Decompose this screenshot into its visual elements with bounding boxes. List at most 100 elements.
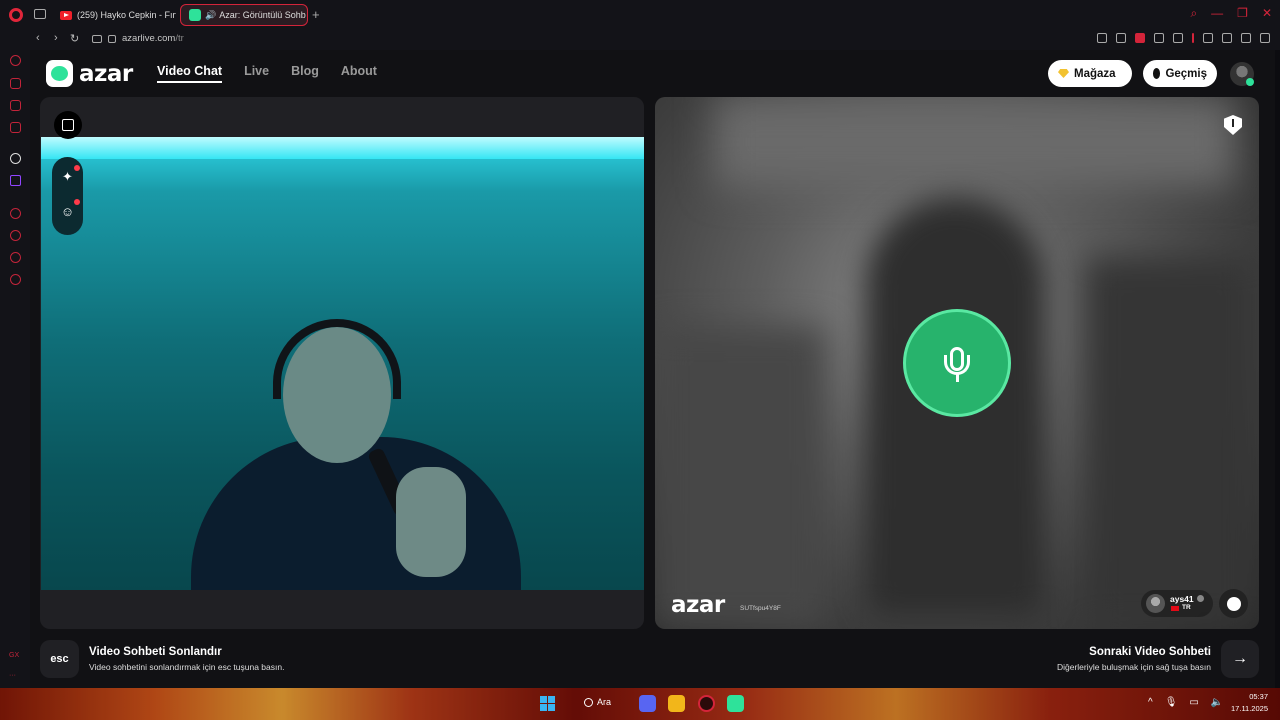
gx-corner-icon[interactable] — [10, 122, 21, 133]
verified-badge-icon — [1197, 595, 1204, 602]
history-label: Geçmiş — [1165, 67, 1207, 80]
hand — [396, 467, 466, 577]
tab-azar[interactable]: 🔊 Azar: Görüntülü Sohb — [180, 4, 308, 26]
new-tab-button[interactable]: + — [312, 7, 320, 22]
maximize-button[interactable]: ❐ — [1237, 6, 1248, 21]
taskbar-search[interactable]: Ara — [584, 697, 611, 707]
chat-button[interactable] — [1219, 589, 1248, 618]
expand-button[interactable] — [54, 111, 82, 139]
partner-avatar[interactable] — [1146, 594, 1165, 613]
opera-sidebar: GX ··· — [0, 50, 30, 688]
nav-video-chat[interactable]: Video Chat — [157, 64, 223, 83]
pocket-icon[interactable] — [1135, 33, 1145, 43]
system-tray: ^ 🎙 ▭ 🔈 — [1148, 697, 1223, 708]
face-filter-icon[interactable]: ☺ — [60, 204, 75, 219]
taskbar-date[interactable]: 17.11.2025 — [1226, 704, 1268, 713]
taskbar-time[interactable]: 05:37 — [1244, 692, 1268, 701]
discord-icon[interactable] — [639, 695, 656, 712]
next-chat-hint: Diğerleriyle buluşmak için sağ tuşa bası… — [1056, 662, 1211, 672]
back-button[interactable]: ‹ — [36, 32, 40, 44]
crop-icon[interactable] — [1116, 33, 1126, 43]
main-nav: Video Chat Live Blog About — [157, 64, 377, 83]
partner-country: TR — [1182, 604, 1191, 611]
microphone-leg-icon — [956, 374, 959, 382]
nav-blog[interactable]: Blog — [291, 64, 319, 83]
url-domain: azarlive.com — [122, 33, 176, 44]
azar-icon — [189, 9, 201, 21]
clock-sidebar-icon[interactable] — [10, 230, 21, 241]
search-tabs-icon[interactable]: ⌕ — [1190, 6, 1197, 21]
self-video-feed — [41, 137, 644, 590]
end-chat-button[interactable]: esc — [40, 640, 79, 678]
blurred-background — [715, 97, 1235, 187]
speaker-icon[interactable]: 🔊 — [205, 10, 216, 21]
self-video-panel — [40, 97, 644, 629]
more-icon[interactable]: ··· — [9, 672, 16, 679]
heart-icon[interactable] — [1173, 33, 1183, 43]
reload-button[interactable]: ↻ — [70, 32, 79, 45]
tray-mic-icon[interactable]: 🎙 — [1165, 697, 1178, 708]
nav-live[interactable]: Live — [244, 64, 269, 83]
tab-youtube[interactable]: (259) Hayko Cepkin - Fırt — [52, 4, 176, 26]
tab-title: (259) Hayko Cepkin - Fırt — [77, 10, 176, 20]
next-chat-title: Sonraki Video Sohbeti — [1089, 646, 1211, 658]
aria-icon[interactable] — [10, 153, 21, 164]
close-window-button[interactable]: ✕ — [1262, 6, 1272, 21]
gem-icon — [1058, 69, 1069, 78]
azar-logo-icon — [46, 60, 73, 87]
extensions-icon[interactable] — [1203, 33, 1213, 43]
settings-icon[interactable] — [10, 274, 21, 285]
lock-icon[interactable] — [108, 35, 116, 43]
azar-logo[interactable]: azar — [46, 60, 133, 87]
tab-title: Azar: Görüntülü Sohb — [219, 10, 306, 20]
shop-button[interactable]: Mağaza — [1048, 60, 1132, 87]
end-chat-title: Video Sohbeti Sonlandır — [89, 646, 222, 658]
snapshot-icon[interactable] — [1097, 33, 1107, 43]
opera-logo-icon[interactable] — [9, 8, 23, 22]
opera-gx-taskbar-icon[interactable] — [698, 695, 715, 712]
new-badge-dot — [74, 199, 80, 205]
twitch-icon[interactable] — [10, 175, 21, 186]
gx-control-label[interactable]: GX — [9, 652, 19, 659]
player-icon[interactable] — [1154, 33, 1164, 43]
shop-label: Mağaza — [1074, 67, 1116, 80]
chat-bubble-icon — [1226, 596, 1241, 611]
tray-display-icon[interactable]: ▭ — [1189, 697, 1198, 708]
file-explorer-icon[interactable] — [668, 695, 685, 712]
download-icon[interactable] — [1241, 33, 1251, 43]
minimize-button[interactable]: — — [1211, 6, 1223, 21]
history-sidebar-icon[interactable] — [10, 55, 21, 66]
browser-tab-bar: (259) Hayko Cepkin - Fırt 🔊 Azar: Görünt… — [0, 0, 1280, 30]
online-status-dot — [1246, 78, 1254, 86]
history-button[interactable]: Geçmiş — [1143, 60, 1217, 87]
profile-icon[interactable] — [1222, 33, 1232, 43]
url-path: /tr — [175, 33, 184, 44]
tray-chevron-icon[interactable]: ^ — [1148, 697, 1153, 708]
remote-azar-watermark: azar — [671, 592, 725, 618]
messenger-icon[interactable] — [10, 100, 21, 111]
player-sidebar-icon[interactable] — [10, 208, 21, 219]
next-chat-button[interactable]: → — [1221, 640, 1259, 678]
url-field[interactable]: azarlive.com/tr — [122, 33, 184, 44]
forward-button[interactable]: › — [54, 32, 58, 44]
report-exclamation — [1232, 119, 1234, 127]
clock-icon — [1153, 68, 1161, 79]
azar-logo-text: azar — [79, 60, 133, 87]
new-badge-dot — [74, 165, 80, 171]
vpn-icon[interactable] — [10, 78, 21, 89]
camera-icon[interactable] — [92, 35, 102, 43]
sparkle-effects-icon[interactable]: ✦ — [60, 169, 75, 184]
youtube-icon — [60, 10, 72, 20]
search-label: Ara — [597, 697, 612, 707]
blurred-background — [655, 327, 825, 627]
tray-volume-icon[interactable]: 🔈 — [1211, 697, 1223, 708]
remote-user-code: SUTfspu4Y8F — [740, 605, 781, 612]
expand-icon — [62, 119, 74, 131]
tab-islands-icon[interactable] — [34, 9, 46, 19]
nav-about[interactable]: About — [341, 64, 377, 83]
end-chat-hint: Video sohbetini sonlandırmak için esc tu… — [89, 662, 285, 672]
extensions-sidebar-icon[interactable] — [10, 252, 21, 263]
azar-taskbar-icon[interactable] — [727, 695, 744, 712]
menu-icon[interactable] — [1260, 33, 1270, 43]
windows-start-icon[interactable] — [540, 696, 555, 711]
